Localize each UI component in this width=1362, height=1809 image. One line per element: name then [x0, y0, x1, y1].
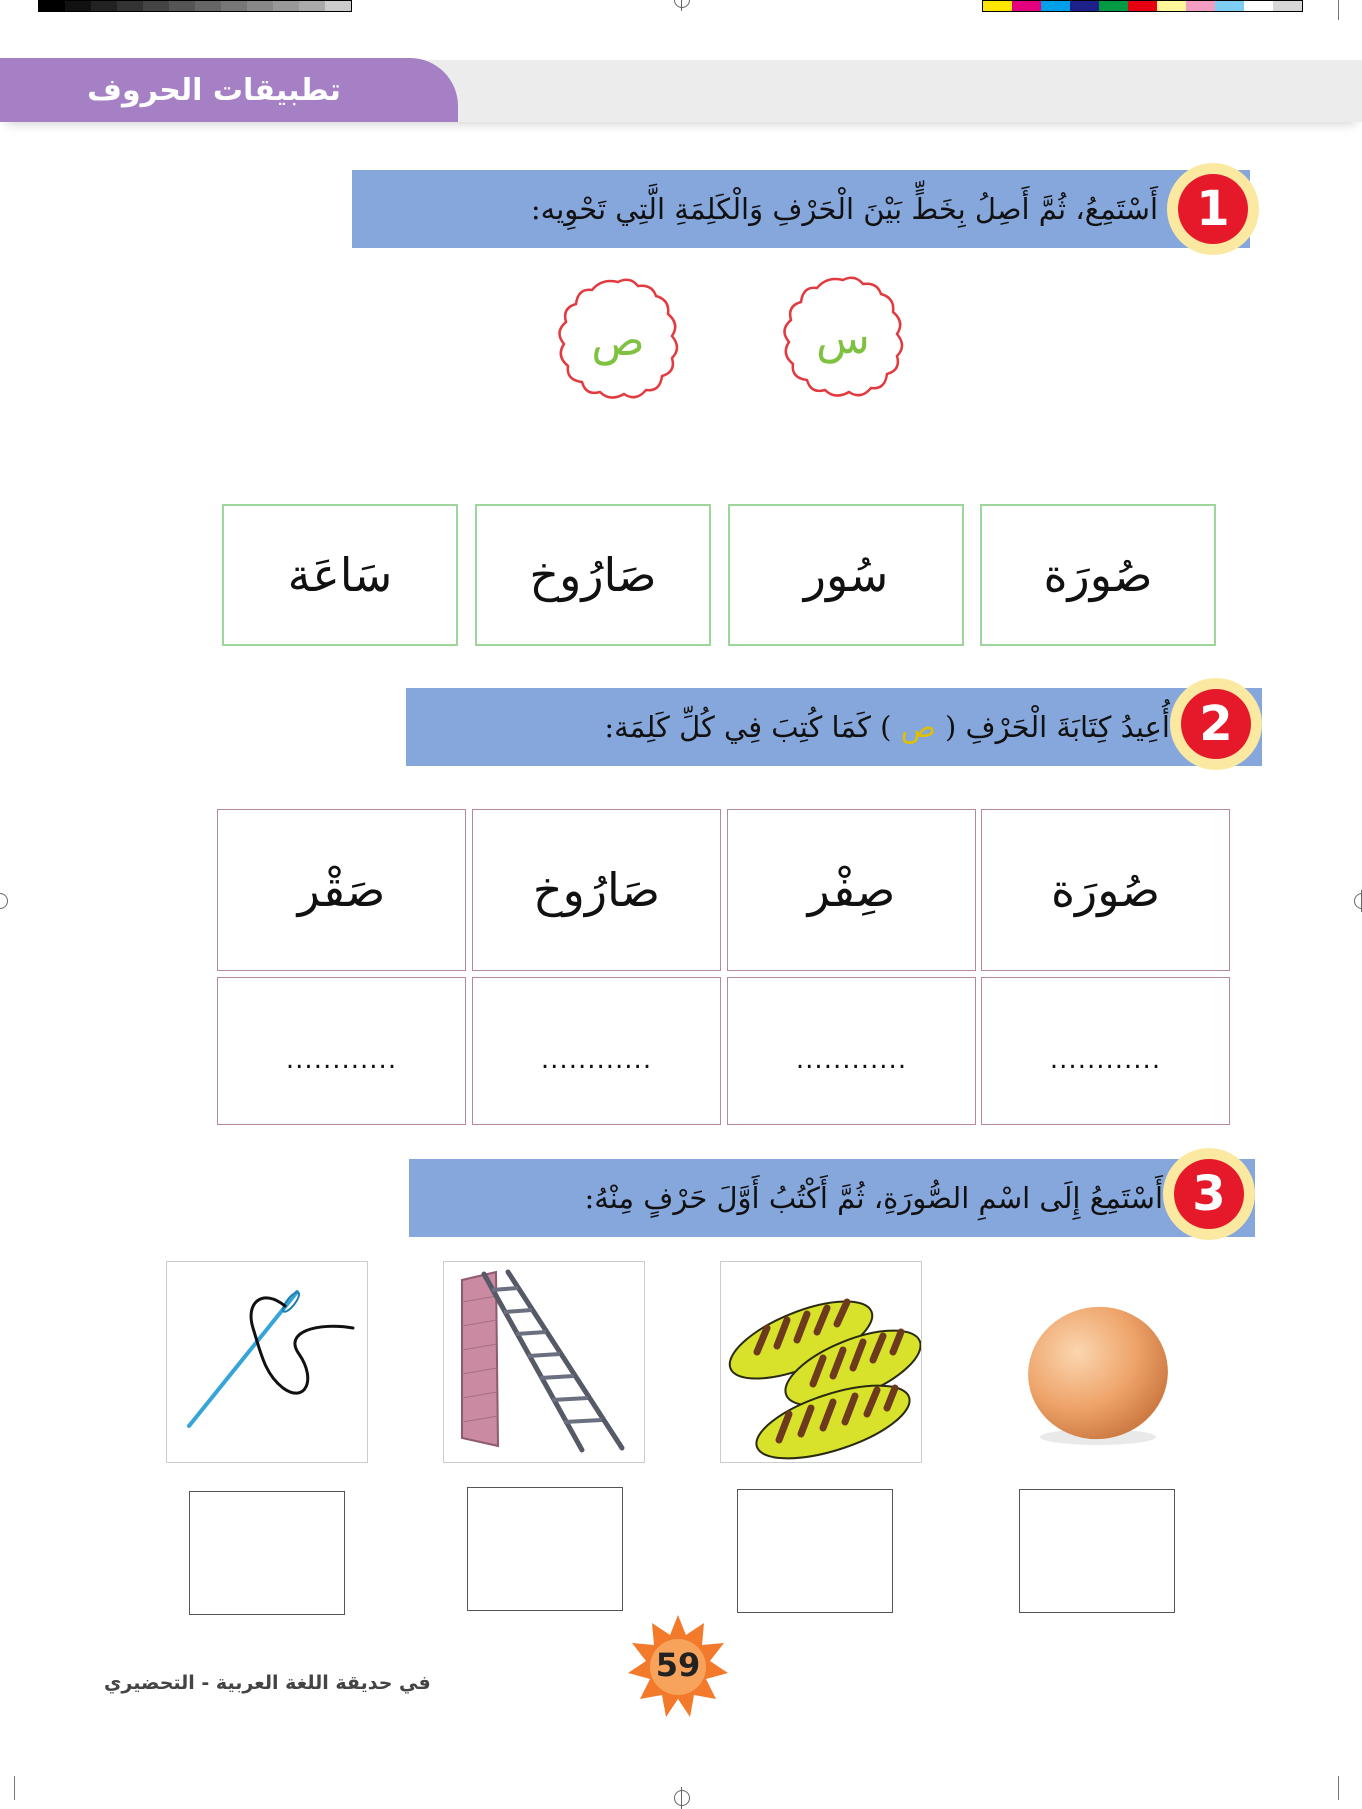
picture-egg [998, 1263, 1194, 1459]
registration-mark [1354, 890, 1362, 912]
registration-mark [0, 893, 8, 909]
page-title: تطبيقات الحروف [87, 72, 341, 108]
instruction-part: ) كَمَا كُتِبَ فِي كُلِّ كَلِمَة: [604, 710, 892, 744]
answer-box-4[interactable] [189, 1491, 345, 1615]
picture-bread [720, 1261, 922, 1463]
blank-line: ............ [1049, 1045, 1162, 1075]
write-box-4[interactable]: ............ [217, 977, 466, 1125]
write-box-2[interactable]: ............ [727, 977, 976, 1125]
exercise-2-number-badge: 2 [1170, 678, 1262, 770]
model-word: صَقْر [297, 863, 386, 917]
blank-line: ............ [540, 1045, 653, 1075]
crop-mark [14, 1776, 15, 1800]
exercise-1-number-badge: 1 [1167, 163, 1259, 255]
exercise-3-instruction: أَسْتَمِعُ إِلَى اسْمِ الصُّورَةِ، ثُمَّ… [584, 1181, 1163, 1215]
page-number-badge: 59 [626, 1613, 730, 1717]
write-box-1[interactable]: ............ [981, 977, 1230, 1125]
letter-seen: س [816, 312, 870, 364]
exercise-1-number: 1 [1178, 174, 1248, 244]
exercise-2-instruction-bar: أُعِيدُ كِتَابَةَ الْحَرْفِ ( ص ) كَمَا … [406, 688, 1262, 766]
answer-box-3[interactable] [467, 1487, 623, 1611]
picture-ladder [443, 1261, 645, 1463]
word-text: سُور [803, 548, 889, 602]
registration-mark [674, 1787, 690, 1809]
needle-icon [187, 1290, 355, 1428]
letter-saad: ص [591, 314, 645, 366]
word-text: صَارُوخ [529, 548, 657, 602]
word-box-4[interactable]: سَاعَة [222, 504, 458, 646]
instruction-part: أُعِيدُ كِتَابَةَ الْحَرْفِ ( [945, 710, 1170, 744]
book-title: في حديقة اللغة العربية - التحضيري [104, 1672, 431, 1694]
model-word-box-2: صِفْر [727, 809, 976, 971]
model-word: صِفْر [807, 863, 896, 917]
blank-line: ............ [285, 1045, 398, 1075]
exercise-1-instruction-bar: أَسْتَمِعُ، ثُمَّ أَصِلُ بِخَطٍّ بَيْنَ … [352, 170, 1250, 248]
header-tab: تطبيقات الحروف [0, 58, 458, 122]
word-box-3[interactable]: صَارُوخ [475, 504, 711, 646]
exercise-3-number: 3 [1174, 1159, 1244, 1229]
letter-badge-saad[interactable]: ص [554, 276, 682, 404]
crop-mark [1338, 1776, 1339, 1800]
print-grayscale-strip [38, 0, 352, 12]
ladder-icon [461, 1269, 625, 1453]
registration-mark [674, 0, 690, 11]
highlighted-letter: ص [900, 710, 936, 744]
answer-box-1[interactable] [1019, 1489, 1175, 1613]
word-text: سَاعَة [287, 548, 393, 602]
word-box-2[interactable]: سُور [728, 504, 964, 646]
answer-box-2[interactable] [737, 1489, 893, 1613]
bread-icon [728, 1298, 921, 1460]
word-text: صُورَة [1043, 548, 1153, 602]
word-box-1[interactable]: صُورَة [980, 504, 1216, 646]
write-box-3[interactable]: ............ [472, 977, 721, 1125]
letter-badge-seen[interactable]: س [779, 274, 907, 402]
exercise-2-number: 2 [1181, 689, 1251, 759]
exercise-3-instruction-bar: أَسْتَمِعُ إِلَى اسْمِ الصُّورَةِ، ثُمَّ… [409, 1159, 1255, 1237]
model-word-box-1: صُورَة [981, 809, 1230, 971]
print-color-strip [982, 0, 1303, 12]
blank-line: ............ [795, 1045, 908, 1075]
egg-icon [1028, 1306, 1168, 1445]
model-word-box-4: صَقْر [217, 809, 466, 971]
crop-mark [1338, 0, 1339, 20]
exercise-3-number-badge: 3 [1163, 1148, 1255, 1240]
model-word-box-3: صَارُوخ [472, 809, 721, 971]
exercise-2-instruction: أُعِيدُ كِتَابَةَ الْحَرْفِ ( ص ) كَمَا … [604, 710, 1262, 744]
model-word: صُورَة [1050, 863, 1161, 917]
page-number: 59 [655, 1646, 701, 1684]
model-word: صَارُوخ [532, 863, 661, 917]
exercise-1-instruction: أَسْتَمِعُ، ثُمَّ أَصِلُ بِخَطٍّ بَيْنَ … [530, 192, 1158, 226]
picture-needle [166, 1261, 368, 1463]
